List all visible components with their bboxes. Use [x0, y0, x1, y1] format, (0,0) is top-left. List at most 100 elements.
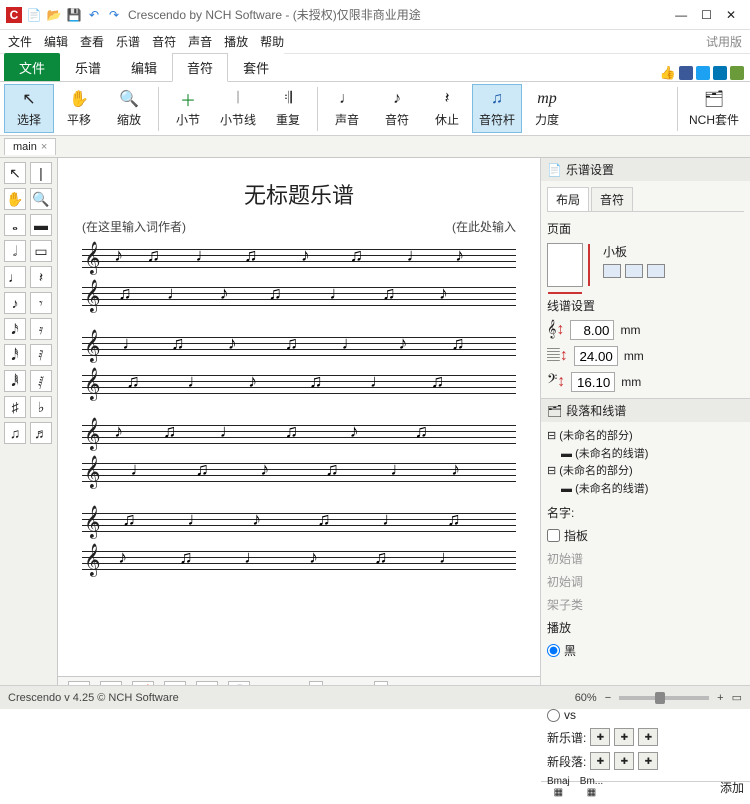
- ribbon-repeat[interactable]: 𝄇 重复: [263, 84, 313, 133]
- undo-icon[interactable]: ↶: [86, 7, 102, 23]
- titlebar: C 📄 📂 💾 ↶ ↷ Crescendo by NCH Software - …: [0, 0, 750, 30]
- tool-sixtyfourth-note[interactable]: 𝅘𝅥𝅱: [4, 370, 26, 392]
- menu-file[interactable]: 文件: [8, 33, 32, 50]
- new-icon[interactable]: 📄: [26, 7, 42, 23]
- save-icon[interactable]: 💾: [66, 7, 82, 23]
- ribbon-dynamics[interactable]: mp 力度: [522, 84, 572, 133]
- tool-sixteenth-rest[interactable]: 𝄿: [30, 318, 52, 340]
- ribbon-tab-suite[interactable]: 套件: [228, 53, 284, 81]
- treble-clef-icon: 𝄞: [84, 457, 101, 489]
- tool-eighth-note[interactable]: ♪: [4, 292, 26, 314]
- staff-spacing-input[interactable]: [574, 346, 618, 366]
- tool-sixtyfourth-rest[interactable]: 𝅁: [30, 370, 52, 392]
- ribbon-voice[interactable]: ♩ 声音: [322, 84, 372, 133]
- tool-whole-rest[interactable]: ▬: [30, 214, 52, 236]
- menu-play[interactable]: 播放: [224, 33, 248, 50]
- bar-add-icon: ＋: [178, 89, 198, 109]
- zoom-in-button[interactable]: +: [717, 692, 723, 704]
- tool-zoom[interactable]: 🔍: [30, 188, 52, 210]
- orientation-landscape-icon[interactable]: [625, 264, 643, 278]
- new-part-btn-1[interactable]: ✚: [590, 752, 610, 770]
- composer-field[interactable]: (在此处输入: [452, 218, 516, 235]
- ribbon-beam[interactable]: ♫ 音符杆: [472, 84, 522, 133]
- statusbar: Crescendo v 4.25 © NCH Software 60% − + …: [0, 685, 750, 709]
- ribbon-note[interactable]: ♪ 音符: [372, 84, 422, 133]
- playback-radio-1[interactable]: [547, 644, 560, 657]
- orientation-portrait-icon[interactable]: [603, 264, 621, 278]
- maximize-button[interactable]: ☐: [701, 8, 712, 22]
- ribbon-rest[interactable]: 𝄽 休止: [422, 84, 472, 133]
- orientation-other-icon[interactable]: [647, 264, 665, 278]
- menu-help[interactable]: 帮助: [260, 33, 284, 50]
- page-preview[interactable]: [547, 243, 583, 287]
- lyricist-field[interactable]: (在这里输入词作者): [82, 218, 186, 235]
- ribbon-nch-suite[interactable]: 🗂 NCH套件: [682, 84, 746, 133]
- parts-tree[interactable]: ⊟ (未命名的部分) ▬ (未命名的线谱) ⊟ (未命名的部分) ▬ (未命名的…: [547, 428, 744, 498]
- tool-hand[interactable]: ✋: [4, 188, 26, 210]
- new-score-btn-1[interactable]: ✚: [590, 728, 610, 746]
- close-button[interactable]: ✕: [726, 8, 736, 22]
- ribbon-barline[interactable]: 𝄀 小节线: [213, 84, 263, 133]
- close-icon[interactable]: ×: [41, 141, 47, 153]
- redo-icon[interactable]: ↷: [106, 7, 122, 23]
- staff-size-input[interactable]: [570, 320, 614, 340]
- trial-label: 试用版: [706, 33, 742, 50]
- linkedin-icon[interactable]: [713, 66, 727, 80]
- ribbon-select[interactable]: ↖ 选择: [4, 84, 54, 133]
- fingering-checkbox[interactable]: [547, 529, 560, 542]
- share-icon[interactable]: [730, 66, 744, 80]
- sub-tab-note[interactable]: 音符: [591, 187, 633, 211]
- sub-tab-layout[interactable]: 布局: [547, 187, 589, 211]
- chord-diagram-2[interactable]: Bm...▦: [580, 776, 603, 798]
- tool-sixteenth-note[interactable]: 𝅘𝅥𝅯: [4, 318, 26, 340]
- menu-note[interactable]: 音符: [152, 33, 176, 50]
- new-part-btn-2[interactable]: ✚: [614, 752, 634, 770]
- like-icon[interactable]: 👍: [660, 65, 676, 81]
- tool-select[interactable]: ↖: [4, 162, 26, 184]
- tool-eighth-rest[interactable]: 𝄾: [30, 292, 52, 314]
- playback-radio-2[interactable]: [547, 709, 560, 722]
- ribbon-pan[interactable]: ✋ 平移: [54, 84, 104, 133]
- menu-score[interactable]: 乐谱: [116, 33, 140, 50]
- score-canvas[interactable]: 无标题乐谱 (在这里输入词作者) (在此处输入 𝄞 ♪♫♩♫♪♫♩♪ 𝄞 ♫♩♪…: [58, 158, 540, 676]
- tool-half-rest[interactable]: ▭: [30, 240, 52, 262]
- system-spacing-input[interactable]: [571, 372, 615, 392]
- tool-quarter-rest[interactable]: 𝄽: [30, 266, 52, 288]
- ribbon-tab-note[interactable]: 音符: [172, 53, 228, 82]
- zoom-out-button[interactable]: −: [605, 692, 611, 704]
- new-score-btn-2[interactable]: ✚: [614, 728, 634, 746]
- ribbon-zoom[interactable]: 🔍 缩放: [104, 84, 154, 133]
- add-chord-button[interactable]: 添加: [720, 779, 744, 796]
- ribbon-tab-file[interactable]: 文件: [4, 53, 60, 81]
- tool-thirtysecond-rest[interactable]: 𝅀: [30, 344, 52, 366]
- tool-barline[interactable]: |: [30, 162, 52, 184]
- zoom-slider[interactable]: [619, 696, 709, 700]
- tool-beam[interactable]: ♫: [4, 422, 26, 444]
- facebook-icon[interactable]: [679, 66, 693, 80]
- ribbon: ↖ 选择 ✋ 平移 🔍 缩放 ＋ 小节 𝄀 小节线 𝄇 重复 ♩ 声音: [0, 82, 750, 136]
- score-title[interactable]: 无标题乐谱: [82, 178, 516, 210]
- repeat-icon: 𝄇: [278, 89, 298, 109]
- tool-half-note[interactable]: 𝅗𝅥: [4, 240, 26, 262]
- menu-edit[interactable]: 编辑: [44, 33, 68, 50]
- tool-quarter-note[interactable]: ♩: [4, 266, 26, 288]
- twitter-icon[interactable]: [696, 66, 710, 80]
- ribbon-tab-score[interactable]: 乐谱: [60, 53, 116, 81]
- new-score-btn-3[interactable]: ✚: [638, 728, 658, 746]
- open-icon[interactable]: 📂: [46, 7, 62, 23]
- staff-icon: 𝄞↕: [547, 321, 564, 339]
- tool-flat[interactable]: ♭: [30, 396, 52, 418]
- document-tab-main[interactable]: main ×: [4, 138, 56, 155]
- menu-view[interactable]: 查看: [80, 33, 104, 50]
- tool-whole-note[interactable]: 𝅝: [4, 214, 26, 236]
- ribbon-bar[interactable]: ＋ 小节: [163, 84, 213, 133]
- tool-sharp[interactable]: ♯: [4, 396, 26, 418]
- chord-diagram-1[interactable]: Bmaj▦: [547, 776, 570, 798]
- minimize-button[interactable]: —: [675, 8, 687, 22]
- tool-tuplet[interactable]: ♬: [30, 422, 52, 444]
- fit-button[interactable]: ▭: [732, 691, 742, 704]
- ribbon-tab-edit[interactable]: 编辑: [116, 53, 172, 81]
- menu-sound[interactable]: 声音: [188, 33, 212, 50]
- tool-thirtysecond-note[interactable]: 𝅘𝅥𝅰: [4, 344, 26, 366]
- new-part-btn-3[interactable]: ✚: [638, 752, 658, 770]
